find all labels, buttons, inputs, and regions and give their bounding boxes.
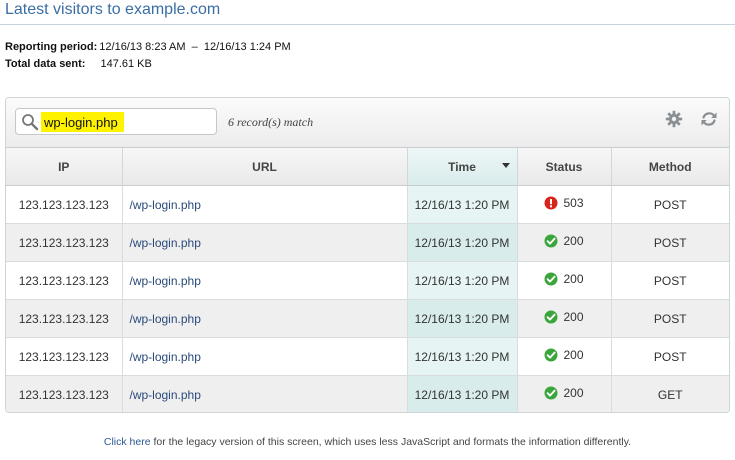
toolbar: 6 record(s) match	[6, 98, 729, 148]
status-code: 200	[563, 348, 584, 362]
cell-url: /wp-login.php	[122, 223, 408, 262]
status-code: 200	[563, 272, 584, 286]
search-icon	[22, 114, 39, 131]
visitors-panel: 6 record(s) match	[5, 97, 730, 413]
status-ok-check-icon	[544, 348, 558, 362]
cell-url: /wp-login.php	[122, 299, 408, 338]
cell-status: 200	[517, 261, 612, 300]
sort-descending-icon	[501, 163, 510, 168]
cell-method: POST	[611, 223, 729, 262]
status-indicator: 200	[544, 310, 584, 324]
cell-url: /wp-login.php	[122, 261, 408, 300]
cell-status: 200	[517, 337, 612, 376]
status-code: 200	[563, 386, 584, 400]
table-row[interactable]: 123.123.123.123/wp-login.php 12/16/13 1:2…	[6, 223, 729, 262]
status-ok-check-icon	[544, 234, 558, 248]
status-ok-check-icon	[544, 386, 558, 400]
column-header-time-label: Time	[448, 159, 476, 174]
match-count: 6 record(s) match	[228, 115, 314, 129]
cell-time: 12/16/13 1:20 PM	[407, 261, 518, 300]
status-code: 503	[563, 196, 584, 210]
status-indicator: 503	[544, 196, 584, 210]
cell-url: /wp-login.php	[122, 375, 408, 412]
cell-time: 12/16/13 1:20 PM	[407, 185, 518, 224]
column-header-time[interactable]: Time	[407, 148, 518, 186]
cell-ip: 123.123.123.123	[6, 185, 123, 224]
status-indicator: 200	[544, 272, 584, 286]
cell-method: GET	[611, 375, 729, 412]
status-ok-check-icon	[544, 310, 558, 324]
total-data-sent: Total data sent: 147.61 KB	[5, 58, 152, 70]
gear-icon[interactable]	[665, 110, 683, 128]
title-divider	[0, 24, 735, 25]
cell-method: POST	[611, 261, 729, 300]
cell-time: 12/16/13 1:20 PM	[407, 375, 518, 412]
table-row[interactable]: 123.123.123.123/wp-login.php 12/16/13 1:2…	[6, 299, 729, 338]
cell-ip: 123.123.123.123	[6, 299, 123, 338]
status-code: 200	[563, 310, 584, 324]
cell-method: POST	[611, 185, 729, 224]
refresh-icon[interactable]	[700, 110, 718, 128]
search-box[interactable]	[15, 108, 217, 135]
reporting-period: Reporting period: 12/16/13 8:23 AM – 12/1…	[5, 41, 291, 53]
reporting-period-label: Reporting period:	[5, 41, 98, 53]
cell-ip: 123.123.123.123	[6, 337, 123, 376]
cell-time: 12/16/13 1:20 PM	[407, 337, 518, 376]
status-indicator: 200	[544, 234, 584, 248]
reporting-period-value: 12/16/13 8:23 AM – 12/16/13 1:24 PM	[99, 41, 291, 53]
status-ok-check-icon	[544, 272, 558, 286]
cell-method: POST	[611, 299, 729, 338]
table-row[interactable]: 123.123.123.123/wp-login.php 12/16/13 1:2…	[6, 185, 729, 224]
table-header-row: IP URL Time Status Method	[6, 148, 729, 186]
cell-time: 12/16/13 1:20 PM	[407, 299, 518, 338]
visitors-table: IP URL Time Status Method 123.123.123.12…	[6, 148, 729, 412]
status-code: 200	[563, 234, 584, 248]
column-header-method[interactable]: Method	[611, 148, 729, 186]
search-input[interactable]	[42, 113, 214, 131]
footer-note: Click here for the legacy version of thi…	[0, 436, 735, 448]
status-error-icon	[544, 196, 558, 210]
cell-url: /wp-login.php	[122, 185, 408, 224]
cell-url: /wp-login.php	[122, 337, 408, 376]
footer-text: for the legacy version of this screen, w…	[150, 436, 632, 448]
cell-status: 200	[517, 223, 612, 262]
cell-method: POST	[611, 337, 729, 376]
page-title: Latest visitors to example.com	[5, 1, 221, 18]
status-indicator: 200	[544, 348, 584, 362]
total-data-label: Total data sent:	[5, 58, 86, 70]
cell-status: 200	[517, 375, 612, 412]
table-row[interactable]: 123.123.123.123/wp-login.php 12/16/13 1:2…	[6, 261, 729, 300]
cell-time: 12/16/13 1:20 PM	[407, 223, 518, 262]
legacy-version-link[interactable]: Click here	[104, 436, 151, 448]
cell-ip: 123.123.123.123	[6, 375, 123, 412]
column-header-ip[interactable]: IP	[6, 148, 123, 186]
cell-ip: 123.123.123.123	[6, 261, 123, 300]
table-row[interactable]: 123.123.123.123/wp-login.php 12/16/13 1:2…	[6, 337, 729, 376]
cell-ip: 123.123.123.123	[6, 223, 123, 262]
table-row[interactable]: 123.123.123.123/wp-login.php 12/16/13 1:2…	[6, 375, 729, 412]
status-indicator: 200	[544, 386, 584, 400]
cell-status: 200	[517, 299, 612, 338]
total-data-value: 147.61 KB	[100, 58, 152, 70]
column-header-url[interactable]: URL	[122, 148, 408, 186]
column-header-status[interactable]: Status	[517, 148, 612, 186]
cell-status: 503	[517, 185, 612, 224]
